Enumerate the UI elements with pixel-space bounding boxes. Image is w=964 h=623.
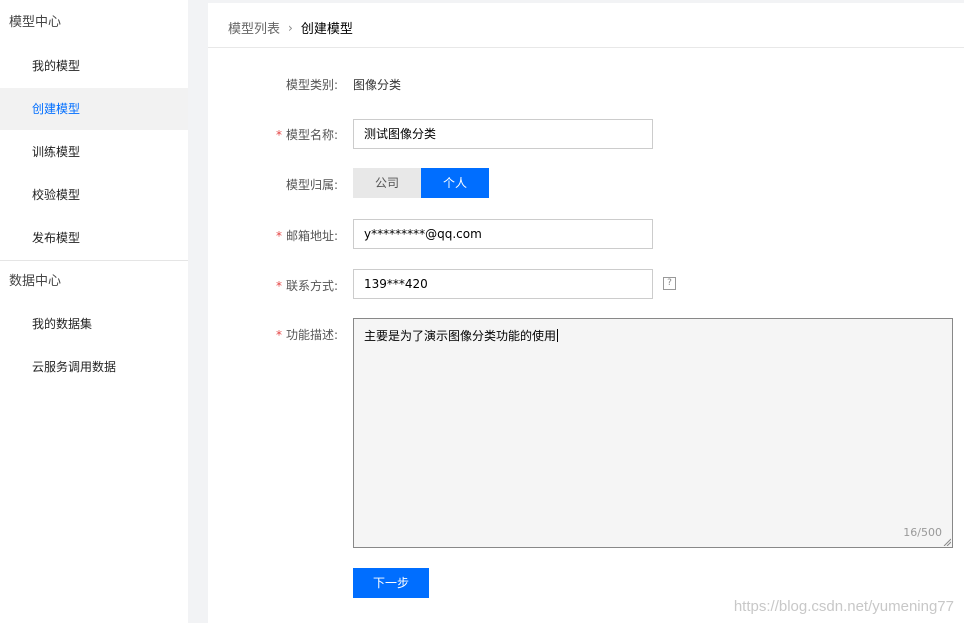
main-panel: 模型列表 › 创建模型 模型类别: 图像分类 * 模型名称: 测试图像分类 模型归… [208, 0, 964, 623]
header-divider [208, 47, 964, 48]
email-label: * 邮箱地址: [275, 229, 338, 243]
chevron-right-icon: › [288, 20, 293, 35]
contact-input[interactable]: 139***420 [353, 269, 653, 299]
text-caret [557, 329, 559, 342]
help-icon[interactable]: ? [663, 277, 676, 290]
ownership-label: 模型归属: [285, 178, 338, 192]
required-mark: * [275, 279, 282, 293]
watermark: https://blog.csdn.net/yumening77 [733, 598, 954, 615]
email-input[interactable]: y*********@qq.com [353, 219, 653, 249]
model-name-label: * 模型名称: [275, 128, 338, 142]
required-mark: * [275, 328, 282, 342]
sidebar-group-data-center: 数据中心 [9, 274, 62, 289]
resize-handle-icon[interactable] [943, 538, 951, 546]
breadcrumb-parent-link[interactable]: 模型列表 [228, 18, 280, 37]
breadcrumb: 模型列表 › 创建模型 [228, 18, 353, 38]
next-step-button[interactable]: 下一步 [353, 568, 429, 598]
description-label: * 功能描述: [275, 328, 338, 342]
model-type-value: 图像分类 [353, 78, 402, 92]
contact-label: * 联系方式: [275, 279, 338, 293]
description-textarea[interactable]: 主要是为了演示图像分类功能的使用 16/500 [353, 318, 953, 548]
sidebar-item-my-datasets[interactable]: 我的数据集 [0, 303, 188, 345]
sidebar-item-publish-model[interactable]: 发布模型 [0, 217, 188, 259]
model-name-input[interactable]: 测试图像分类 [353, 119, 653, 149]
sidebar-item-my-models[interactable]: 我的模型 [0, 45, 188, 87]
sidebar-item-train-model[interactable]: 训练模型 [0, 131, 188, 173]
ownership-option-personal[interactable]: 个人 [421, 168, 489, 198]
ownership-segmented-control: 公司 个人 [353, 168, 489, 198]
top-strip [208, 0, 964, 3]
breadcrumb-current: 创建模型 [300, 22, 353, 37]
sidebar-item-cloud-call-data[interactable]: 云服务调用数据 [0, 346, 188, 388]
sidebar-item-validate-model[interactable]: 校验模型 [0, 174, 188, 216]
sidebar-group-model-center: 模型中心 [9, 15, 62, 30]
required-mark: * [275, 128, 282, 142]
model-type-label: 模型类别: [285, 78, 338, 92]
description-text: 主要是为了演示图像分类功能的使用 [364, 329, 557, 343]
required-mark: * [275, 229, 282, 243]
ownership-option-company[interactable]: 公司 [353, 168, 421, 198]
char-counter: 16/500 [903, 526, 942, 539]
sidebar: 模型中心 我的模型 创建模型 训练模型 校验模型 发布模型 数据中心 我的数据集… [0, 0, 188, 623]
sidebar-item-create-model[interactable]: 创建模型 [0, 88, 188, 130]
